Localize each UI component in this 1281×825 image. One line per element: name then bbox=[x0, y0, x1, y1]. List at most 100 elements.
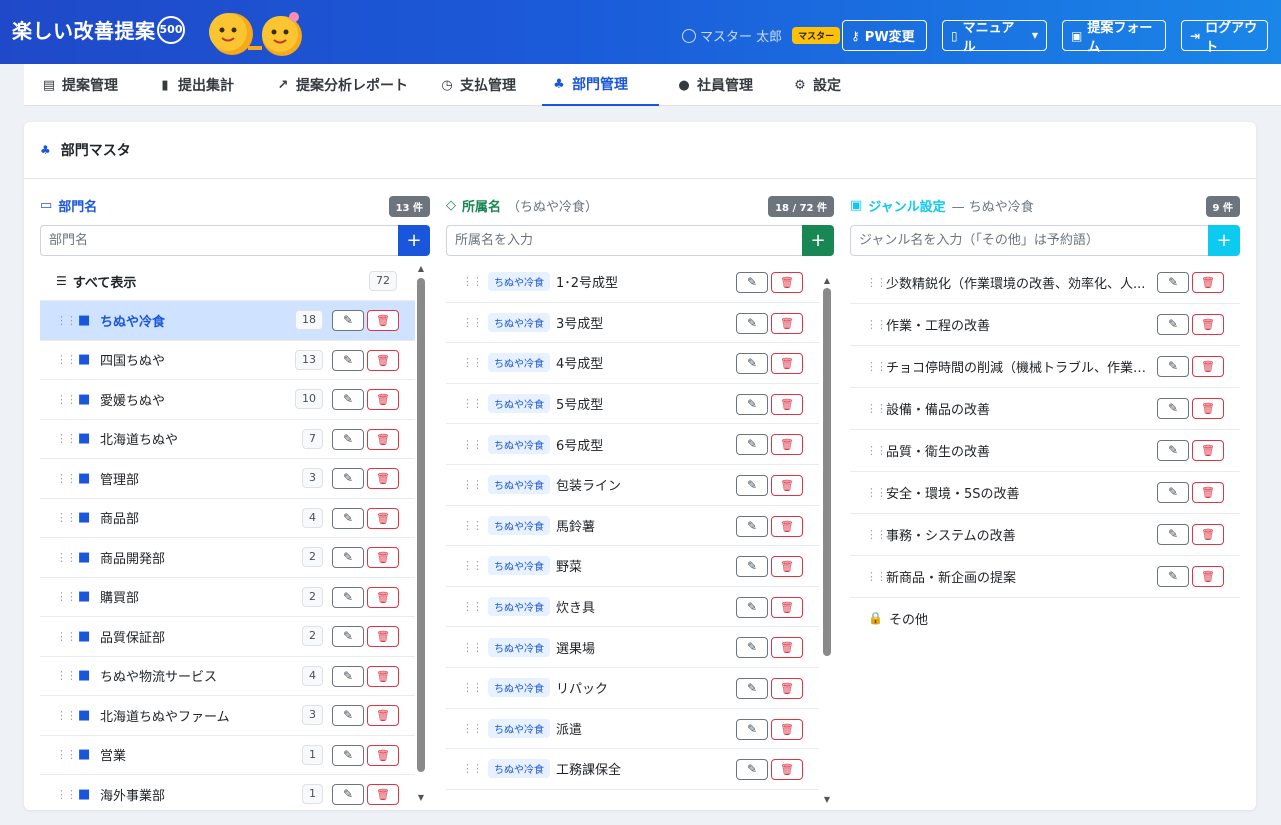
edit-button[interactable]: ✎ bbox=[736, 312, 768, 334]
tab-analysis-report[interactable]: ↗ 提案分析レポート bbox=[266, 64, 418, 106]
drag-handle-icon[interactable]: ⋮⋮ bbox=[462, 478, 483, 491]
proposal-form-button[interactable]: ▣ 提案フォーム bbox=[1062, 20, 1166, 55]
delete-button[interactable]: 🗑 bbox=[367, 744, 399, 766]
edit-button[interactable]: ✎ bbox=[1157, 398, 1189, 419]
affiliation-row[interactable]: ⋮⋮ ちぬや冷食 4号成型 ✎ 🗑 bbox=[446, 343, 819, 384]
tab-submission-stats[interactable]: ▮ 提出集計 bbox=[148, 64, 244, 106]
delete-button[interactable]: 🗑 bbox=[367, 507, 399, 529]
department-row[interactable]: ⋮⋮ ■ 海外事業部 1 ✎ 🗑 bbox=[40, 775, 415, 810]
department-row[interactable]: ⋮⋮ ■ ちぬや冷食 18 ✎ 🗑 bbox=[40, 301, 415, 341]
edit-button[interactable]: ✎ bbox=[736, 637, 768, 659]
department-row[interactable]: ⋮⋮ ■ 北海道ちぬや 7 ✎ 🗑 bbox=[40, 420, 415, 459]
drag-handle-icon[interactable]: ⋮⋮ bbox=[56, 432, 77, 445]
add-affiliation-button[interactable]: + bbox=[802, 225, 834, 256]
drag-handle-icon[interactable]: ⋮⋮ bbox=[866, 486, 887, 499]
show-all-item[interactable]: ☰ すべて表示 72 bbox=[40, 262, 415, 301]
drag-handle-icon[interactable]: ⋮⋮ bbox=[56, 590, 77, 603]
affiliation-scrollbar[interactable]: ▲ ▼ bbox=[822, 276, 832, 804]
drag-handle-icon[interactable]: ⋮⋮ bbox=[866, 276, 887, 289]
delete-button[interactable]: 🗑 bbox=[367, 547, 399, 568]
edit-button[interactable]: ✎ bbox=[1157, 272, 1189, 293]
edit-button[interactable]: ✎ bbox=[332, 468, 364, 489]
delete-button[interactable]: 🗑 bbox=[1192, 566, 1224, 587]
edit-button[interactable]: ✎ bbox=[1157, 356, 1189, 377]
drag-handle-icon[interactable]: ⋮⋮ bbox=[462, 722, 483, 735]
department-row[interactable]: ⋮⋮ ■ 商品部 4 ✎ 🗑 bbox=[40, 499, 415, 538]
drag-handle-icon[interactable]: ⋮⋮ bbox=[56, 788, 77, 801]
affiliation-row[interactable]: ⋮⋮ ちぬや冷食 工務課保全 ✎ 🗑 bbox=[446, 749, 819, 790]
logout-button[interactable]: ⇥ ログアウト bbox=[1181, 20, 1268, 55]
delete-button[interactable]: 🗑 bbox=[771, 434, 803, 456]
tab-departments[interactable]: ♣ 部門管理 bbox=[542, 64, 659, 106]
affiliation-row[interactable]: ⋮⋮ ちぬや冷食 3号成型 ✎ 🗑 bbox=[446, 303, 819, 344]
pw-change-button[interactable]: ⚷ PW変更 bbox=[842, 20, 927, 51]
edit-button[interactable]: ✎ bbox=[736, 393, 768, 415]
delete-button[interactable]: 🗑 bbox=[1192, 356, 1224, 377]
edit-button[interactable]: ✎ bbox=[736, 718, 768, 740]
genre-name-input[interactable] bbox=[850, 225, 1208, 256]
drag-handle-icon[interactable]: ⋮⋮ bbox=[462, 559, 483, 572]
edit-button[interactable]: ✎ bbox=[332, 784, 364, 805]
edit-button[interactable]: ✎ bbox=[332, 349, 364, 371]
delete-button[interactable]: 🗑 bbox=[771, 272, 803, 293]
drag-handle-icon[interactable]: ⋮⋮ bbox=[56, 353, 77, 366]
genre-row[interactable]: ⋮⋮ 品質・衛生の改善 ✎ 🗑 bbox=[850, 430, 1240, 472]
edit-button[interactable]: ✎ bbox=[736, 677, 768, 699]
department-row[interactable]: ⋮⋮ ■ 品質保証部 2 ✎ 🗑 bbox=[40, 617, 415, 657]
genre-row[interactable]: ⋮⋮ 新商品・新企画の提案 ✎ 🗑 bbox=[850, 556, 1240, 598]
drag-handle-icon[interactable]: ⋮⋮ bbox=[866, 402, 887, 415]
genre-row[interactable]: ⋮⋮ 設備・備品の改善 ✎ 🗑 bbox=[850, 388, 1240, 430]
delete-button[interactable]: 🗑 bbox=[771, 353, 803, 375]
delete-button[interactable]: 🗑 bbox=[771, 677, 803, 699]
edit-button[interactable]: ✎ bbox=[332, 705, 364, 726]
drag-handle-icon[interactable]: ⋮⋮ bbox=[866, 318, 887, 331]
delete-button[interactable]: 🗑 bbox=[367, 389, 399, 410]
genre-row[interactable]: ⋮⋮ チョコ停時間の削減（機械トラブル、作業ミス... ✎ 🗑 bbox=[850, 346, 1240, 388]
drag-handle-icon[interactable]: ⋮⋮ bbox=[866, 444, 887, 457]
scroll-down-icon[interactable]: ▼ bbox=[822, 795, 832, 804]
delete-button[interactable]: 🗑 bbox=[1192, 524, 1224, 545]
drag-handle-icon[interactable]: ⋮⋮ bbox=[56, 314, 77, 327]
drag-handle-icon[interactable]: ⋮⋮ bbox=[56, 748, 77, 761]
affiliation-row[interactable]: ⋮⋮ ちぬや冷食 6号成型 ✎ 🗑 bbox=[446, 424, 819, 465]
edit-button[interactable]: ✎ bbox=[1157, 314, 1189, 335]
delete-button[interactable]: 🗑 bbox=[367, 428, 399, 450]
affiliation-row[interactable]: ⋮⋮ ちぬや冷食 包装ライン ✎ 🗑 bbox=[446, 465, 819, 506]
department-scrollbar[interactable]: ▲ ▼ bbox=[416, 264, 426, 802]
delete-button[interactable]: 🗑 bbox=[367, 784, 399, 805]
add-genre-button[interactable]: + bbox=[1208, 225, 1240, 256]
delete-button[interactable]: 🗑 bbox=[367, 310, 399, 331]
affiliation-row[interactable]: ⋮⋮ ちぬや冷食 5号成型 ✎ 🗑 bbox=[446, 384, 819, 425]
delete-button[interactable]: 🗑 bbox=[771, 556, 803, 578]
edit-button[interactable]: ✎ bbox=[1157, 566, 1189, 587]
edit-button[interactable]: ✎ bbox=[332, 310, 364, 331]
department-name-input[interactable] bbox=[40, 225, 398, 256]
scroll-thumb[interactable] bbox=[823, 288, 831, 656]
affiliation-row[interactable]: ⋮⋮ ちぬや冷食 選果場 ✎ 🗑 bbox=[446, 627, 819, 668]
delete-button[interactable]: 🗑 bbox=[771, 718, 803, 740]
edit-button[interactable]: ✎ bbox=[332, 507, 364, 529]
edit-button[interactable]: ✎ bbox=[332, 389, 364, 410]
drag-handle-icon[interactable]: ⋮⋮ bbox=[462, 641, 483, 654]
drag-handle-icon[interactable]: ⋮⋮ bbox=[56, 551, 77, 564]
edit-button[interactable]: ✎ bbox=[1157, 482, 1189, 503]
edit-button[interactable]: ✎ bbox=[332, 626, 364, 647]
department-row[interactable]: ⋮⋮ ■ 四国ちぬや 13 ✎ 🗑 bbox=[40, 341, 415, 380]
delete-button[interactable]: 🗑 bbox=[367, 626, 399, 647]
edit-button[interactable]: ✎ bbox=[1157, 440, 1189, 461]
genre-row[interactable]: ⋮⋮ 事務・システムの改善 ✎ 🗑 bbox=[850, 514, 1240, 556]
tab-payments[interactable]: ◷ 支払管理 bbox=[430, 64, 526, 106]
delete-button[interactable]: 🗑 bbox=[367, 349, 399, 371]
edit-button[interactable]: ✎ bbox=[736, 515, 768, 537]
delete-button[interactable]: 🗑 bbox=[1192, 272, 1224, 293]
edit-button[interactable]: ✎ bbox=[332, 428, 364, 450]
department-row[interactable]: ⋮⋮ ■ ちぬや物流サービス 4 ✎ 🗑 bbox=[40, 657, 415, 696]
delete-button[interactable]: 🗑 bbox=[1192, 398, 1224, 419]
drag-handle-icon[interactable]: ⋮⋮ bbox=[462, 316, 483, 329]
tab-proposals[interactable]: ▤ 提案管理 bbox=[32, 64, 128, 106]
department-row[interactable]: ⋮⋮ ■ 愛媛ちぬや 10 ✎ 🗑 bbox=[40, 380, 415, 420]
drag-handle-icon[interactable]: ⋮⋮ bbox=[462, 600, 483, 613]
edit-button[interactable]: ✎ bbox=[736, 759, 768, 781]
affiliation-row[interactable]: ⋮⋮ ちぬや冷食 馬鈴薯 ✎ 🗑 bbox=[446, 506, 819, 547]
tab-employees[interactable]: ● 社員管理 bbox=[667, 64, 763, 106]
